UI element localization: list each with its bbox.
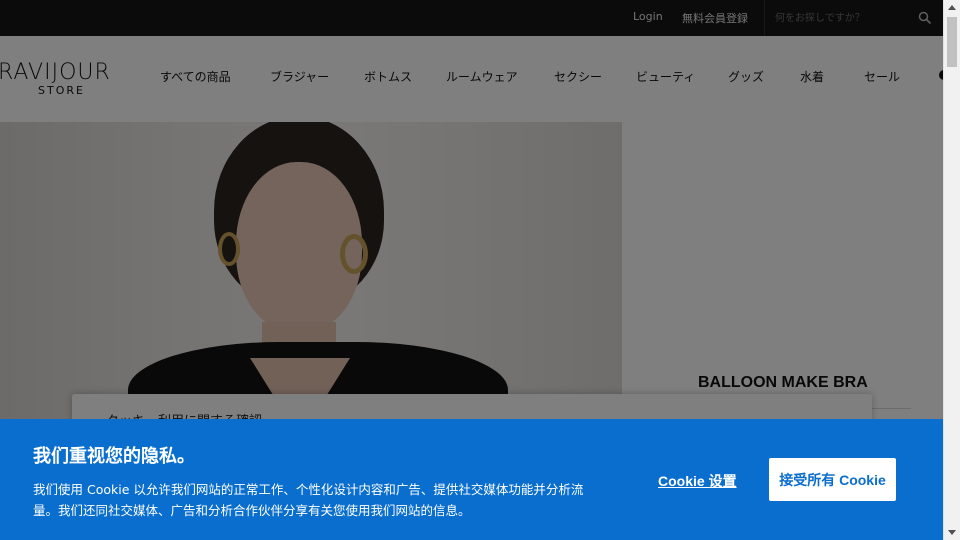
consent-title: 我们重视您的隐私。 [33,446,195,467]
scroll-up-icon[interactable] [948,5,956,10]
cookie-consent-banner: 我们重视您的隐私。 我们使用 Cookie 以允许我们网站的正常工作、个性化设计… [0,419,943,540]
accept-all-cookies-button[interactable]: 接受所有 Cookie [769,458,896,501]
scroll-down-icon[interactable] [948,530,956,535]
consent-description: 我们使用 Cookie 以允许我们网站的正常工作、个性化设计内容和广告、提供社交… [33,482,584,518]
cookie-settings-link[interactable]: Cookie 设置 [658,471,737,491]
scrollbar-thumb[interactable] [947,17,957,67]
vertical-scrollbar[interactable] [943,0,960,540]
